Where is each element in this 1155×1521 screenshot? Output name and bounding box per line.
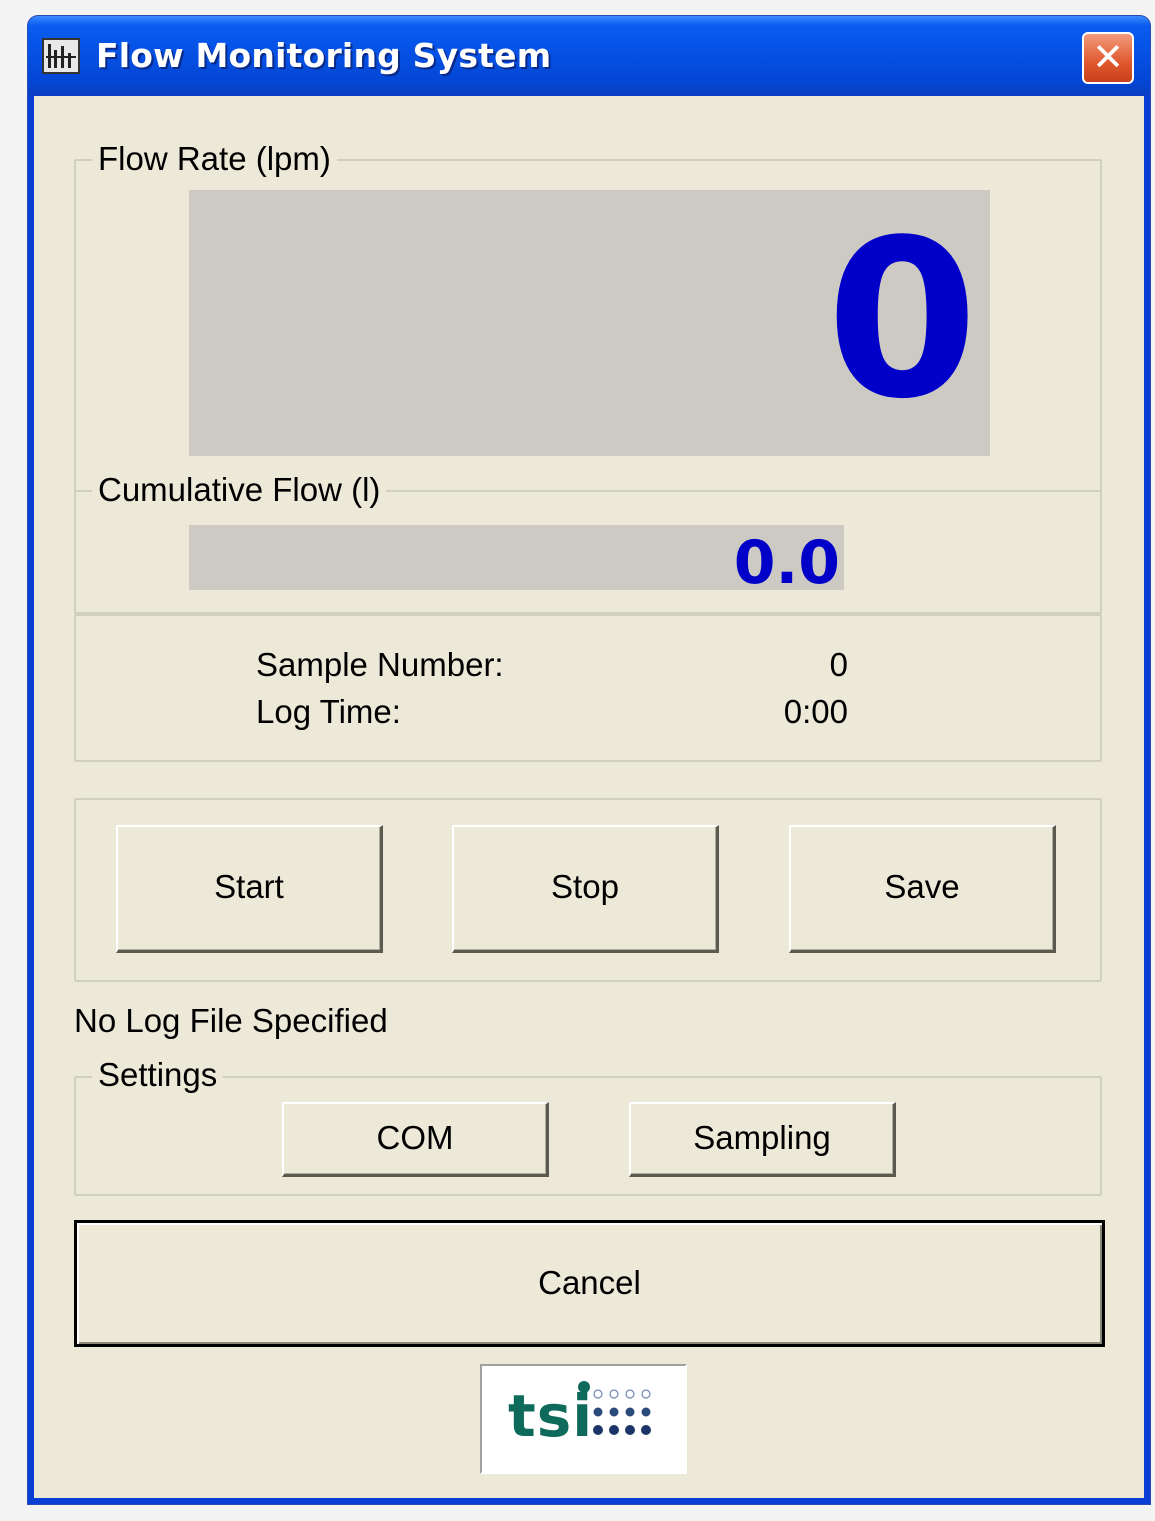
- log-time-label: Log Time:: [256, 693, 401, 730]
- tsi-logo: tsi: [480, 1364, 687, 1474]
- window-title: Flow Monitoring System: [96, 36, 552, 75]
- flow-rate-display: 0: [189, 190, 990, 456]
- close-icon: ✕: [1092, 35, 1124, 79]
- stop-button[interactable]: Stop: [452, 825, 719, 953]
- cumulative-flow-display: 0.0: [189, 525, 844, 598]
- tsi-logo-dots-icon: [593, 1389, 651, 1435]
- sample-info-panel: [74, 614, 1102, 762]
- cumulative-flow-value: 0.0: [733, 528, 840, 598]
- cancel-button[interactable]: Cancel: [74, 1220, 1105, 1347]
- save-button[interactable]: Save: [789, 825, 1056, 953]
- com-settings-button[interactable]: COM: [282, 1102, 549, 1177]
- log-file-status: No Log File Specified: [74, 1002, 388, 1039]
- sample-number-label: Sample Number:: [256, 646, 504, 683]
- tsi-logo-dot-icon: [578, 1381, 590, 1393]
- sampling-settings-button[interactable]: Sampling: [629, 1102, 896, 1177]
- desktop-background: Flow Monitoring System ✕ Flow Rate (lpm)…: [0, 0, 1155, 1521]
- cumulative-flow-label: Cumulative Flow (l): [92, 471, 387, 509]
- sample-number-value: 0: [829, 646, 848, 683]
- log-time-value: 0:00: [783, 693, 848, 730]
- flow-monitoring-window: Flow Monitoring System ✕ Flow Rate (lpm)…: [28, 16, 1150, 1504]
- flow-rate-value: 0: [826, 194, 978, 447]
- title-bar[interactable]: Flow Monitoring System ✕: [28, 16, 1150, 96]
- close-button[interactable]: ✕: [1082, 32, 1134, 84]
- dialog-client-area: Flow Rate (lpm) 0 Cumulative Flow (l) 0.…: [34, 96, 1144, 1498]
- settings-label: Settings: [92, 1056, 224, 1094]
- settings-group: [74, 1076, 1102, 1196]
- app-icon: [42, 38, 80, 74]
- start-button[interactable]: Start: [116, 825, 383, 953]
- flow-rate-label: Flow Rate (lpm): [92, 140, 337, 178]
